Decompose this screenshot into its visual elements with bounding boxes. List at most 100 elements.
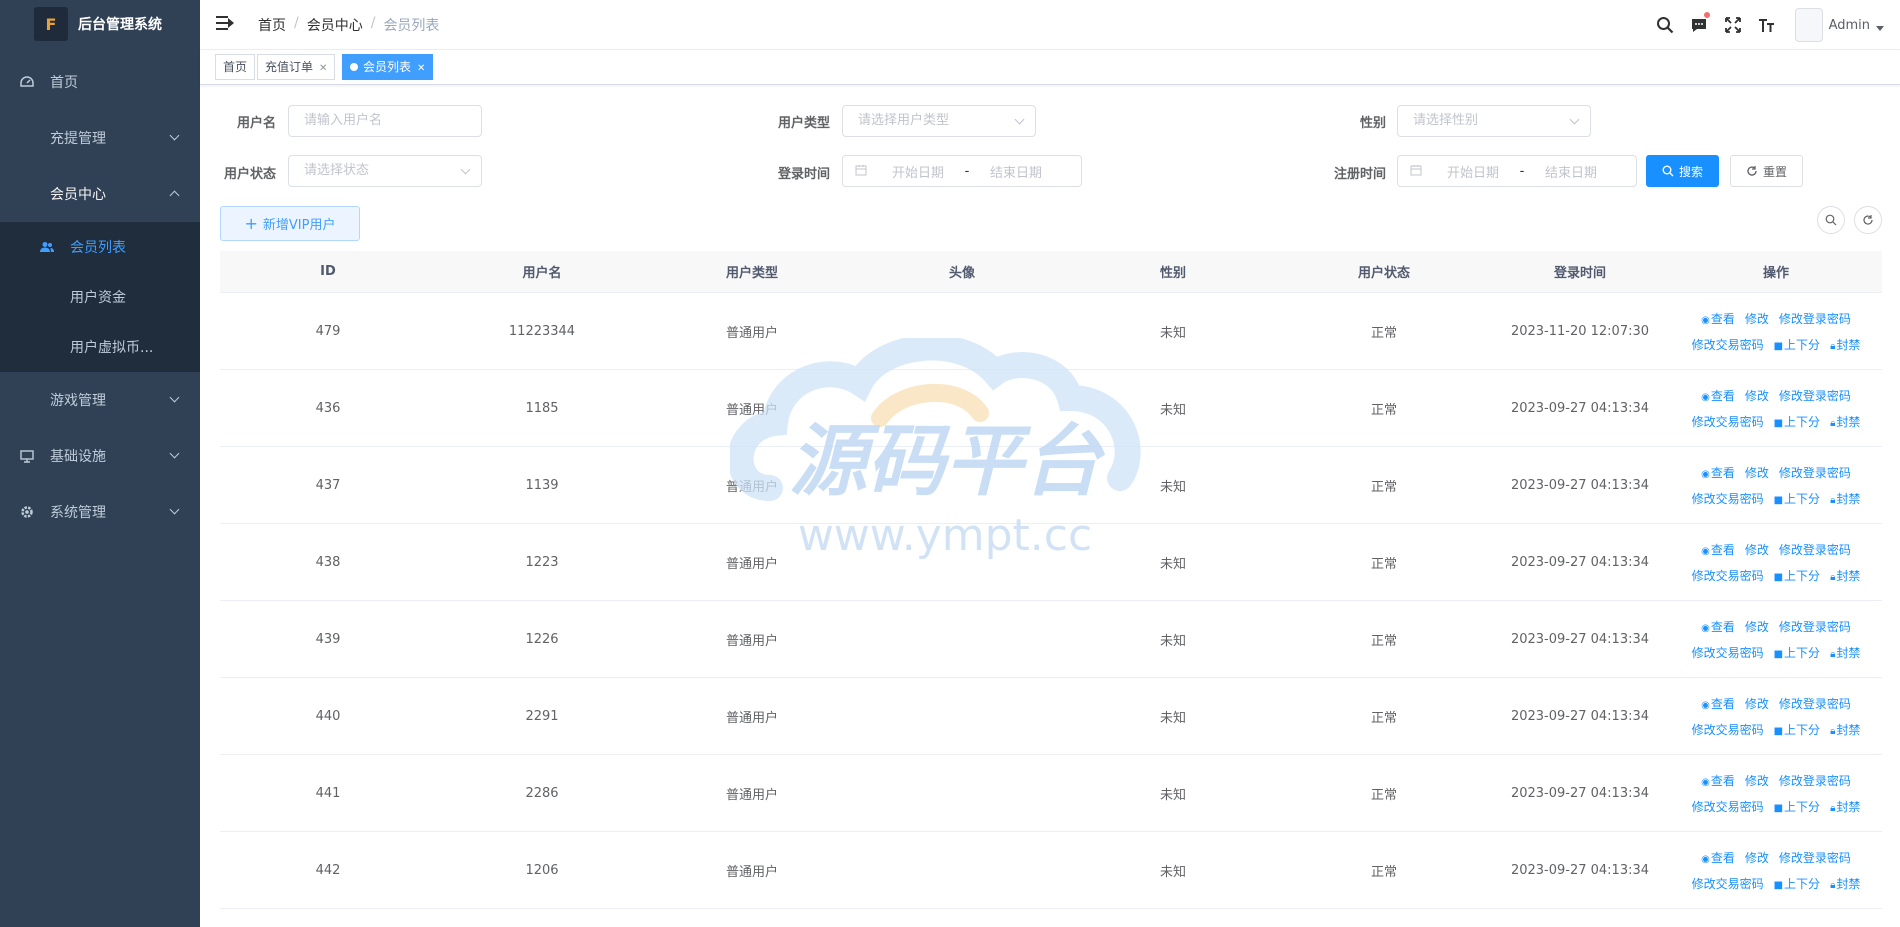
balance-adjust-button[interactable]: ■上下分: [1774, 798, 1820, 815]
add-vip-button[interactable]: + 新增VIP用户: [220, 206, 360, 241]
balance-adjust-button[interactable]: ■上下分: [1774, 721, 1820, 738]
reset-button[interactable]: 重置: [1730, 155, 1803, 187]
view-button[interactable]: ◉查看: [1701, 387, 1735, 404]
ban-button[interactable]: 🔒︎封禁: [1830, 644, 1860, 661]
view-button[interactable]: ◉查看: [1701, 772, 1735, 789]
view-button[interactable]: ◉查看: [1701, 618, 1735, 635]
sidebar-item-system[interactable]: 系统管理: [0, 484, 200, 540]
user-dropdown[interactable]: Admin: [1794, 8, 1884, 42]
wallet-icon: ■: [1773, 340, 1784, 352]
hamburger-icon[interactable]: [216, 15, 234, 31]
edit-trade-password-button[interactable]: 修改交易密码: [1692, 721, 1764, 738]
username-placeholder: 请输入用户名: [304, 113, 383, 128]
view-button[interactable]: ◉查看: [1701, 695, 1735, 712]
ban-button[interactable]: 🔒︎封禁: [1830, 413, 1860, 430]
edit-button[interactable]: 修改: [1745, 464, 1769, 481]
edit-login-password-button[interactable]: 修改登录密码: [1779, 541, 1851, 558]
search-button[interactable]: 搜索: [1646, 155, 1719, 187]
edit-button[interactable]: 修改: [1745, 849, 1769, 866]
sidebar-item-game[interactable]: 游戏管理: [0, 372, 200, 428]
ban-button[interactable]: 🔒︎封禁: [1830, 798, 1860, 815]
breadcrumb-separator: /: [370, 15, 376, 31]
cell-usertype: 普通用户: [725, 864, 778, 880]
tag-recharge-orders[interactable]: 充值订单 ✕: [257, 54, 336, 80]
edit-trade-password-button[interactable]: 修改交易密码: [1692, 644, 1764, 661]
tag-home[interactable]: 首页: [215, 54, 256, 80]
eye-icon: ◉: [1701, 699, 1710, 711]
ban-button[interactable]: 🔒︎封禁: [1830, 875, 1860, 892]
cell-actions: ◉查看 修改 修改登录密码 修改交易密码 ■上下分 🔒︎封禁: [1670, 370, 1882, 446]
edit-trade-password-button[interactable]: 修改交易密码: [1692, 875, 1764, 892]
view-button[interactable]: ◉查看: [1701, 849, 1735, 866]
edit-trade-password-button[interactable]: 修改交易密码: [1692, 413, 1764, 430]
balance-adjust-button[interactable]: ■上下分: [1774, 413, 1820, 430]
edit-trade-password-button[interactable]: 修改交易密码: [1692, 490, 1764, 507]
breadcrumb-member-center[interactable]: 会员中心: [307, 15, 363, 35]
view-button[interactable]: ◉查看: [1701, 464, 1735, 481]
cell-login-time: 2023-09-27 04:13:34: [1510, 862, 1650, 878]
sex-select[interactable]: 请选择性别: [1397, 105, 1591, 137]
ban-button[interactable]: 🔒︎封禁: [1830, 490, 1860, 507]
sidebar-item-member-center[interactable]: 会员中心: [0, 166, 200, 222]
view-button[interactable]: ◉查看: [1701, 310, 1735, 327]
dashboard-icon: [20, 75, 34, 89]
breadcrumb: 首页 / 会员中心 / 会员列表: [258, 15, 439, 35]
cell-avatar: [856, 524, 1068, 600]
login-time-range[interactable]: 开始日期 - 结束日期: [842, 155, 1082, 187]
edit-button[interactable]: 修改: [1745, 618, 1769, 635]
sidebar-item-infrastructure[interactable]: 基础设施: [0, 428, 200, 484]
ban-button[interactable]: 🔒︎封禁: [1830, 567, 1860, 584]
sidebar-item-recharge[interactable]: 充提管理: [0, 110, 200, 166]
edit-login-password-button[interactable]: 修改登录密码: [1779, 387, 1851, 404]
chevron-down-icon: [169, 392, 180, 403]
font-size-icon[interactable]: [1757, 15, 1777, 35]
edit-trade-password-button[interactable]: 修改交易密码: [1692, 798, 1764, 815]
cell-sex: 未知: [1159, 556, 1186, 572]
search-icon[interactable]: [1655, 15, 1675, 35]
message-icon[interactable]: [1689, 12, 1710, 35]
edit-button[interactable]: 修改: [1745, 387, 1769, 404]
sidebar-item-member-list[interactable]: 会员列表: [0, 222, 200, 272]
lock-icon: 🔒︎: [1830, 417, 1836, 429]
breadcrumb-home[interactable]: 首页: [258, 15, 286, 35]
register-time-range[interactable]: 开始日期 - 结束日期: [1397, 155, 1637, 187]
edit-button[interactable]: 修改: [1745, 541, 1769, 558]
view-button[interactable]: ◉查看: [1701, 541, 1735, 558]
edit-login-password-button[interactable]: 修改登录密码: [1779, 772, 1851, 789]
edit-login-password-button[interactable]: 修改登录密码: [1779, 849, 1851, 866]
cell-login-time: 2023-09-27 04:13:34: [1510, 554, 1650, 570]
balance-adjust-button[interactable]: ■上下分: [1774, 490, 1820, 507]
edit-trade-password-button[interactable]: 修改交易密码: [1692, 567, 1764, 584]
status-label: 用户状态: [223, 167, 276, 182]
username-input[interactable]: 请输入用户名: [288, 105, 482, 137]
balance-adjust-button[interactable]: ■上下分: [1774, 644, 1820, 661]
status-select[interactable]: 请选择状态: [288, 155, 482, 187]
balance-adjust-button[interactable]: ■上下分: [1774, 875, 1820, 892]
ban-button[interactable]: 🔒︎封禁: [1830, 721, 1860, 738]
sidebar-item-user-crypto[interactable]: 用户虚拟币...: [0, 322, 200, 372]
edit-button[interactable]: 修改: [1745, 772, 1769, 789]
edit-login-password-button[interactable]: 修改登录密码: [1779, 695, 1851, 712]
cell-status: 正常: [1370, 556, 1397, 572]
close-icon[interactable]: ✕: [319, 63, 327, 74]
search-button-label: 搜索: [1678, 164, 1703, 179]
fullscreen-icon[interactable]: [1723, 15, 1743, 35]
edit-login-password-button[interactable]: 修改登录密码: [1779, 310, 1851, 327]
tag-member-list[interactable]: 会员列表 ✕: [342, 54, 434, 80]
cell-usertype: 普通用户: [725, 556, 778, 572]
edit-button[interactable]: 修改: [1745, 695, 1769, 712]
usertype-select[interactable]: 请选择用户类型: [842, 105, 1036, 137]
edit-trade-password-button[interactable]: 修改交易密码: [1692, 336, 1764, 353]
edit-login-password-button[interactable]: 修改登录密码: [1779, 618, 1851, 635]
refresh-table-button[interactable]: [1854, 206, 1882, 234]
sidebar-item-user-funds[interactable]: 用户资金: [0, 272, 200, 322]
sidebar-item-home[interactable]: 首页: [0, 54, 200, 110]
close-icon[interactable]: ✕: [417, 63, 425, 74]
cell-avatar: [856, 678, 1068, 754]
balance-adjust-button[interactable]: ■上下分: [1774, 336, 1820, 353]
edit-button[interactable]: 修改: [1745, 310, 1769, 327]
balance-adjust-button[interactable]: ■上下分: [1774, 567, 1820, 584]
ban-button[interactable]: 🔒︎封禁: [1830, 336, 1860, 353]
edit-login-password-button[interactable]: 修改登录密码: [1779, 464, 1851, 481]
toggle-search-button[interactable]: [1817, 206, 1845, 234]
